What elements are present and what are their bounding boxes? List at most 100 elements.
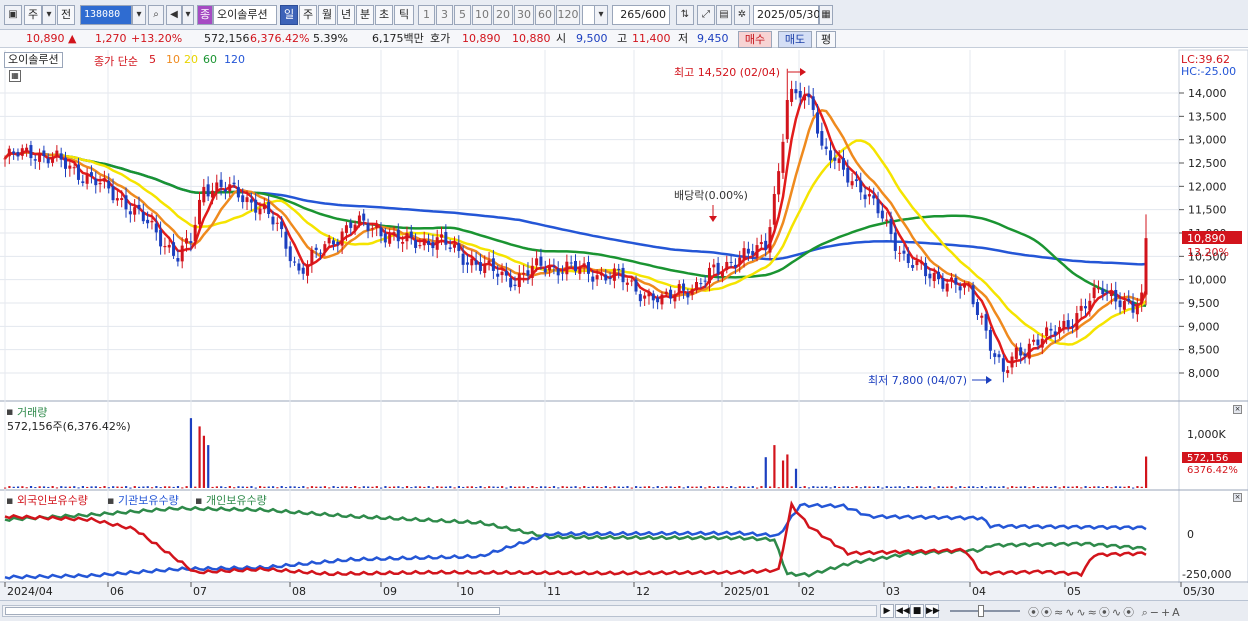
volume-bar bbox=[492, 486, 495, 488]
volume-bar bbox=[267, 486, 270, 488]
volume-bar bbox=[647, 486, 651, 488]
candle-body bbox=[574, 260, 577, 272]
price-chart[interactable]: 14,00013,50013,00012,50012,00011,50011,0… bbox=[0, 0, 1248, 600]
scroll-track[interactable] bbox=[2, 605, 877, 617]
last-price-tag-text: 10,890 bbox=[1187, 232, 1226, 245]
holdings-y-tick-1: -250,000 bbox=[1182, 568, 1231, 581]
candle-body bbox=[210, 190, 214, 198]
volume-bar bbox=[950, 486, 953, 488]
volume-bar bbox=[544, 486, 547, 488]
ma5-label[interactable]: 5 bbox=[149, 53, 156, 66]
candle-body bbox=[841, 158, 845, 170]
volume-bar bbox=[258, 486, 262, 488]
volume-bar bbox=[552, 486, 556, 488]
volume-bar bbox=[864, 486, 867, 488]
volume-bar bbox=[764, 457, 767, 488]
volume-bar bbox=[1019, 486, 1022, 488]
volume-bar bbox=[946, 486, 949, 488]
volume-bar bbox=[535, 487, 538, 489]
candle-body bbox=[781, 141, 785, 173]
candle-body bbox=[388, 234, 392, 244]
candle-body bbox=[392, 232, 396, 236]
candle-body bbox=[327, 237, 331, 244]
volume-bar bbox=[673, 486, 677, 488]
price-y-tick-label: 12,000 bbox=[1188, 180, 1227, 193]
candle-body bbox=[1053, 331, 1057, 336]
close-icon[interactable]: × bbox=[1233, 493, 1242, 502]
volume-bar bbox=[859, 487, 862, 489]
candle-body bbox=[38, 153, 42, 162]
volume-bar bbox=[483, 487, 486, 489]
individual-holdings-label[interactable]: 개인보유수량 bbox=[206, 492, 267, 508]
volume-bar bbox=[220, 486, 223, 488]
forward-icon[interactable]: ▶▶ bbox=[925, 604, 940, 618]
candle-body bbox=[656, 297, 660, 303]
candle-body bbox=[548, 266, 552, 271]
stock-title-box[interactable]: 오이솔루션 bbox=[4, 52, 63, 68]
candle-body bbox=[280, 221, 284, 230]
x-axis-label: 11 bbox=[547, 585, 561, 598]
candle-body bbox=[1036, 339, 1040, 346]
candle-body bbox=[500, 271, 504, 276]
candle-body bbox=[621, 267, 625, 283]
candle-body bbox=[422, 238, 426, 246]
candle-body bbox=[612, 268, 616, 281]
candle-body bbox=[837, 158, 841, 164]
volume-bar bbox=[812, 486, 815, 488]
candle-body bbox=[535, 258, 539, 266]
volume-bar bbox=[457, 486, 461, 488]
volume-bar bbox=[777, 487, 780, 489]
volume-bar bbox=[963, 486, 966, 488]
candle-body bbox=[245, 197, 249, 203]
candle-body bbox=[55, 150, 59, 156]
candle-body bbox=[124, 195, 128, 210]
ma20-label[interactable]: 20 bbox=[184, 53, 198, 66]
table-icon[interactable]: ▦ bbox=[9, 70, 21, 82]
candle-body bbox=[474, 260, 478, 265]
volume-bar bbox=[51, 486, 54, 488]
volume-bar bbox=[224, 487, 227, 489]
stop-icon[interactable]: ■ bbox=[910, 604, 924, 618]
volume-bar bbox=[1023, 486, 1027, 488]
volume-bar bbox=[181, 487, 184, 489]
volume-bar bbox=[838, 486, 841, 488]
volume-bar bbox=[1110, 487, 1113, 489]
foreign-holdings-label[interactable]: 외국인보유수량 bbox=[17, 492, 88, 508]
volume-bar bbox=[993, 486, 996, 488]
candle-body bbox=[431, 242, 435, 249]
volume-bar bbox=[73, 486, 76, 488]
drawing-tools-icon[interactable]: ⦿⦿≈∿∿≈⦿∿⦿ ⌕−+A bbox=[1028, 604, 1182, 620]
x-axis-label: 08 bbox=[292, 585, 306, 598]
volume-bar bbox=[384, 486, 387, 488]
ma-label[interactable]: 종가 단순 bbox=[94, 53, 138, 69]
candle-body bbox=[1144, 238, 1148, 295]
ma10-label[interactable]: 10 bbox=[166, 53, 180, 66]
volume-bar bbox=[920, 486, 923, 488]
candle-body bbox=[673, 294, 677, 302]
zoom-slider-handle[interactable] bbox=[978, 605, 984, 617]
candle-body bbox=[937, 271, 941, 280]
rewind-icon[interactable]: ◀◀ bbox=[895, 604, 910, 618]
volume-bar bbox=[505, 487, 508, 489]
candle-body bbox=[405, 233, 409, 242]
candle-body bbox=[319, 252, 323, 254]
institution-holdings-label[interactable]: 기관보유수량 bbox=[118, 492, 179, 508]
candle-body bbox=[984, 314, 988, 331]
candle-body bbox=[906, 253, 910, 264]
candle-body bbox=[859, 180, 863, 193]
ma60-label[interactable]: 60 bbox=[203, 53, 217, 66]
candle-body bbox=[440, 234, 444, 238]
volume-bar bbox=[583, 486, 586, 488]
candle-body bbox=[591, 276, 595, 282]
candle-body bbox=[772, 193, 776, 225]
candle-body bbox=[608, 277, 612, 279]
candle-body bbox=[582, 263, 586, 267]
zoom-slider[interactable] bbox=[950, 610, 1020, 612]
volume-bar bbox=[890, 486, 893, 488]
play-icon[interactable]: ▶ bbox=[880, 604, 894, 618]
scroll-thumb[interactable] bbox=[5, 607, 500, 615]
ma120-label[interactable]: 120 bbox=[224, 53, 245, 66]
candle-body bbox=[293, 261, 297, 263]
close-icon[interactable]: × bbox=[1233, 405, 1242, 414]
volume-bar bbox=[574, 486, 577, 488]
